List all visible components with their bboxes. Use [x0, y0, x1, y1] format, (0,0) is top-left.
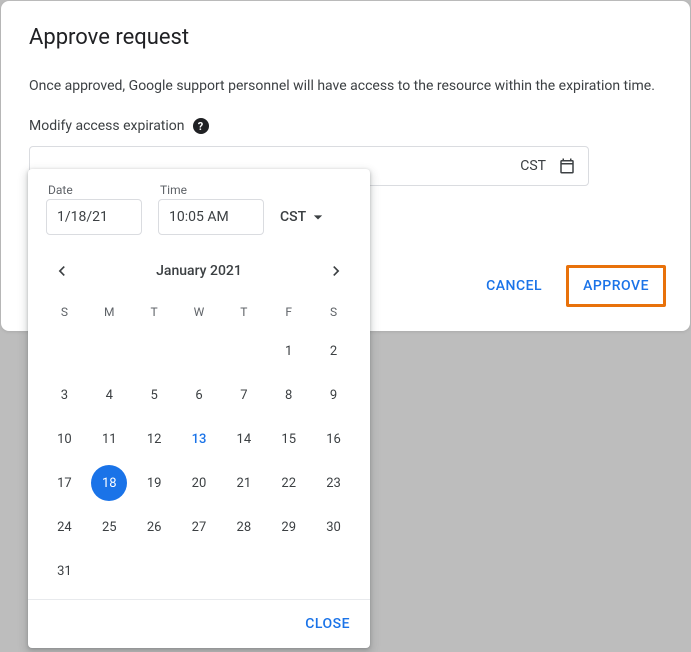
day-of-week-header: F [266, 297, 311, 327]
calendar-day-empty [87, 331, 132, 371]
close-button[interactable]: CLOSE [293, 608, 362, 640]
calendar-day[interactable]: 25 [87, 507, 132, 547]
calendar-day[interactable]: 24 [42, 507, 87, 547]
day-of-week-header: S [42, 297, 87, 327]
calendar-grid: SMTWTFS123456789101112131415161718192021… [28, 293, 370, 599]
calendar-day[interactable]: 12 [132, 419, 177, 459]
prev-month-button[interactable] [48, 257, 76, 285]
calendar-day[interactable]: 22 [266, 463, 311, 503]
calendar-day[interactable]: 29 [266, 507, 311, 547]
modify-expiration-label-row: Modify access expiration ? [29, 118, 662, 134]
picker-inputs: Date Time CST [28, 169, 370, 245]
cancel-button[interactable]: CANCEL [474, 270, 554, 302]
calendar-day[interactable]: 20 [177, 463, 222, 503]
time-field-label: Time [158, 183, 264, 197]
chevron-down-icon [308, 207, 328, 227]
calendar-day[interactable]: 21 [221, 463, 266, 503]
calendar-day[interactable]: 27 [177, 507, 222, 547]
dialog-actions: CANCEL APPROVE [474, 265, 666, 307]
calendar-day[interactable]: 28 [221, 507, 266, 547]
calendar-day[interactable]: 16 [311, 419, 356, 459]
calendar-day[interactable]: 15 [266, 419, 311, 459]
date-field-label: Date [46, 183, 142, 197]
calendar-day-empty [221, 331, 266, 371]
month-label: January 2021 [76, 263, 322, 279]
calendar-day[interactable]: 26 [132, 507, 177, 547]
calendar-day[interactable]: 9 [311, 375, 356, 415]
approve-button-highlight: APPROVE [566, 265, 666, 307]
calendar-day[interactable]: 14 [221, 419, 266, 459]
date-picker-popover: Date Time CST January 2021 SMTWTFS123456… [28, 169, 370, 648]
calendar-day[interactable]: 1 [266, 331, 311, 371]
timezone-selector[interactable]: CST [280, 199, 328, 235]
chevron-left-icon [52, 261, 72, 281]
date-input[interactable] [46, 199, 142, 235]
dialog-title: Approve request [29, 25, 662, 50]
calendar-day[interactable]: 4 [87, 375, 132, 415]
day-of-week-header: S [311, 297, 356, 327]
day-of-week-header: T [132, 297, 177, 327]
date-field: Date [46, 183, 142, 235]
calendar-day-empty [177, 331, 222, 371]
modify-expiration-label: Modify access expiration [29, 118, 185, 134]
calendar-day[interactable]: 3 [42, 375, 87, 415]
calendar-icon[interactable] [558, 157, 576, 175]
calendar-day[interactable]: 11 [87, 419, 132, 459]
help-icon[interactable]: ? [193, 118, 209, 134]
time-input[interactable] [158, 199, 264, 235]
timezone-label: CST [280, 209, 306, 225]
calendar-day[interactable]: 5 [132, 375, 177, 415]
calendar-day[interactable]: 30 [311, 507, 356, 547]
calendar-day[interactable]: 2 [311, 331, 356, 371]
approve-button[interactable]: APPROVE [571, 270, 661, 302]
calendar-day[interactable]: 7 [221, 375, 266, 415]
calendar-day[interactable]: 13 [177, 419, 222, 459]
chevron-right-icon [326, 261, 346, 281]
calendar-day[interactable]: 31 [42, 551, 87, 591]
calendar-day[interactable]: 18 [87, 463, 132, 503]
day-of-week-header: M [87, 297, 132, 327]
month-nav: January 2021 [28, 245, 370, 293]
day-of-week-header: W [177, 297, 222, 327]
calendar-day-empty [132, 331, 177, 371]
calendar-day[interactable]: 10 [42, 419, 87, 459]
dialog-description: Once approved, Google support personnel … [29, 78, 662, 94]
calendar-day-empty [42, 331, 87, 371]
calendar-day[interactable]: 8 [266, 375, 311, 415]
next-month-button[interactable] [322, 257, 350, 285]
picker-footer: CLOSE [28, 599, 370, 648]
calendar-day[interactable]: 19 [132, 463, 177, 503]
day-of-week-header: T [221, 297, 266, 327]
datetime-tz: CST [520, 158, 546, 174]
time-field: Time [158, 183, 264, 235]
calendar-day[interactable]: 23 [311, 463, 356, 503]
calendar-day[interactable]: 6 [177, 375, 222, 415]
calendar-day[interactable]: 17 [42, 463, 87, 503]
